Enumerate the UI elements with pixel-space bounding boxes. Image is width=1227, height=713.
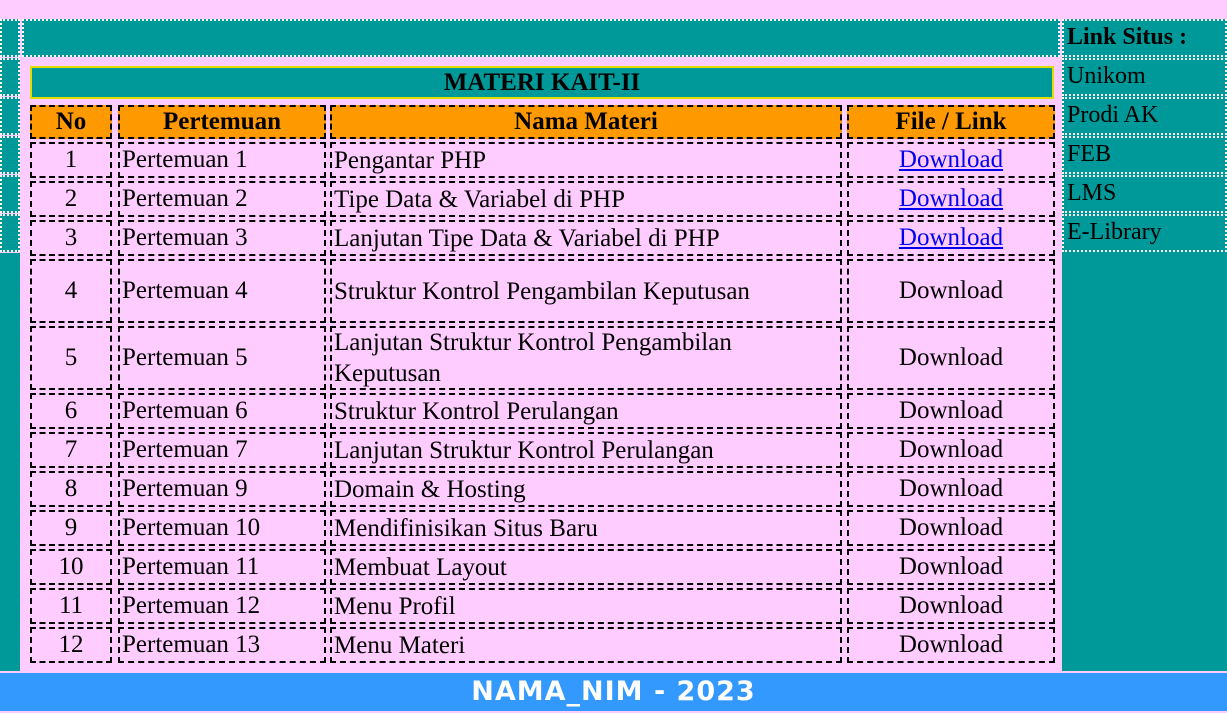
cell-no: 10 bbox=[30, 549, 112, 585]
cell-file: Download bbox=[847, 432, 1055, 468]
sidebar-link-unikom[interactable]: Unikom bbox=[1062, 58, 1227, 96]
cell-file: Download bbox=[847, 393, 1055, 429]
left-border-segment bbox=[0, 58, 20, 96]
sidebar-link-e-library[interactable]: E-Library bbox=[1062, 214, 1227, 252]
cell-no: 3 bbox=[30, 220, 112, 256]
link-sidebar-title: Link Situs : bbox=[1062, 19, 1227, 57]
materi-title: MATERI KAIT-II bbox=[30, 66, 1054, 99]
cell-nama-materi: Struktur Kontrol Pengambilan Keputusan bbox=[330, 259, 842, 323]
left-border-segment bbox=[0, 136, 20, 174]
left-border-segment bbox=[0, 97, 20, 135]
main-content: MATERI KAIT-II No Pertemuan Nama Materi Fil… bbox=[20, 19, 1060, 671]
cell-pertemuan: Pertemuan 9 bbox=[118, 471, 326, 507]
download-label: Download bbox=[898, 553, 1004, 580]
cell-file: Download bbox=[847, 220, 1055, 256]
top-strip bbox=[22, 19, 1060, 57]
cell-nama-materi: Struktur Kontrol Perulangan bbox=[330, 393, 842, 429]
sidebar-link-prodi-ak[interactable]: Prodi AK bbox=[1062, 97, 1227, 135]
cell-pertemuan: Pertemuan 12 bbox=[118, 588, 326, 624]
footer: NAMA_NIM - 2023 bbox=[0, 673, 1227, 711]
cell-nama-materi: Mendifinisikan Situs Baru bbox=[330, 510, 842, 546]
cell-pertemuan: Pertemuan 5 bbox=[118, 326, 326, 390]
cell-file: Download bbox=[847, 627, 1055, 663]
cell-no: 7 bbox=[30, 432, 112, 468]
download-label: Download bbox=[898, 631, 1004, 658]
left-border-segment bbox=[0, 214, 20, 252]
cell-no: 8 bbox=[30, 471, 112, 507]
cell-pertemuan: Pertemuan 11 bbox=[118, 549, 326, 585]
download-link[interactable]: Download bbox=[899, 146, 1003, 174]
cell-nama-materi: Lanjutan Struktur Kontrol Perulangan bbox=[330, 432, 842, 468]
cell-pertemuan: Pertemuan 2 bbox=[118, 181, 326, 217]
cell-no: 11 bbox=[30, 588, 112, 624]
download-link[interactable]: Download bbox=[899, 185, 1003, 213]
header-file: File / Link bbox=[847, 105, 1055, 139]
cell-file: Download bbox=[847, 259, 1055, 323]
download-label: Download bbox=[898, 277, 1004, 304]
cell-nama-materi: Menu Profil bbox=[330, 588, 842, 624]
cell-file: Download bbox=[847, 142, 1055, 178]
cell-file: Download bbox=[847, 549, 1055, 585]
cell-file: Download bbox=[847, 588, 1055, 624]
left-border-column bbox=[0, 19, 20, 671]
download-label: Download bbox=[898, 344, 1004, 371]
link-sidebar: Link Situs : Unikom Prodi AK FEB LMS E-Libra… bbox=[1062, 19, 1227, 671]
cell-pertemuan: Pertemuan 7 bbox=[118, 432, 326, 468]
cell-nama-materi: Membuat Layout bbox=[330, 549, 842, 585]
cell-no: 1 bbox=[30, 142, 112, 178]
cell-pertemuan: Pertemuan 1 bbox=[118, 142, 326, 178]
cell-file: Download bbox=[847, 510, 1055, 546]
cell-pertemuan: Pertemuan 6 bbox=[118, 393, 326, 429]
header-pertemuan: Pertemuan bbox=[118, 105, 326, 139]
cell-no: 6 bbox=[30, 393, 112, 429]
header-nama: Nama Materi bbox=[330, 105, 842, 139]
cell-pertemuan: Pertemuan 13 bbox=[118, 627, 326, 663]
top-bar bbox=[0, 0, 1227, 19]
cell-no: 2 bbox=[30, 181, 112, 217]
sidebar-link-lms[interactable]: LMS bbox=[1062, 175, 1227, 213]
download-label: Download bbox=[898, 592, 1004, 619]
cell-nama-materi: Tipe Data & Variabel di PHP bbox=[330, 181, 842, 217]
cell-no: 5 bbox=[30, 326, 112, 390]
cell-pertemuan: Pertemuan 3 bbox=[118, 220, 326, 256]
download-label: Download bbox=[898, 475, 1004, 502]
left-border-segment bbox=[0, 175, 20, 213]
cell-nama-materi: Lanjutan Struktur Kontrol Pengambilan Ke… bbox=[330, 326, 842, 390]
cell-nama-materi: Pengantar PHP bbox=[330, 142, 842, 178]
cell-file: Download bbox=[847, 471, 1055, 507]
download-label: Download bbox=[898, 514, 1004, 541]
cell-no: 12 bbox=[30, 627, 112, 663]
cell-file: Download bbox=[847, 326, 1055, 390]
cell-nama-materi: Domain & Hosting bbox=[330, 471, 842, 507]
download-label: Download bbox=[898, 397, 1004, 424]
cell-pertemuan: Pertemuan 4 bbox=[118, 259, 326, 323]
cell-no: 9 bbox=[30, 510, 112, 546]
cell-nama-materi: Lanjutan Tipe Data & Variabel di PHP bbox=[330, 220, 842, 256]
cell-no: 4 bbox=[30, 259, 112, 323]
left-border-segment bbox=[0, 253, 20, 671]
download-link[interactable]: Download bbox=[899, 224, 1003, 252]
sidebar-link-feb[interactable]: FEB bbox=[1062, 136, 1227, 174]
header-no: No bbox=[30, 105, 112, 139]
download-label: Download bbox=[898, 436, 1004, 463]
cell-pertemuan: Pertemuan 10 bbox=[118, 510, 326, 546]
cell-nama-materi: Menu Materi bbox=[330, 627, 842, 663]
cell-file: Download bbox=[847, 181, 1055, 217]
left-border-segment bbox=[0, 19, 20, 57]
